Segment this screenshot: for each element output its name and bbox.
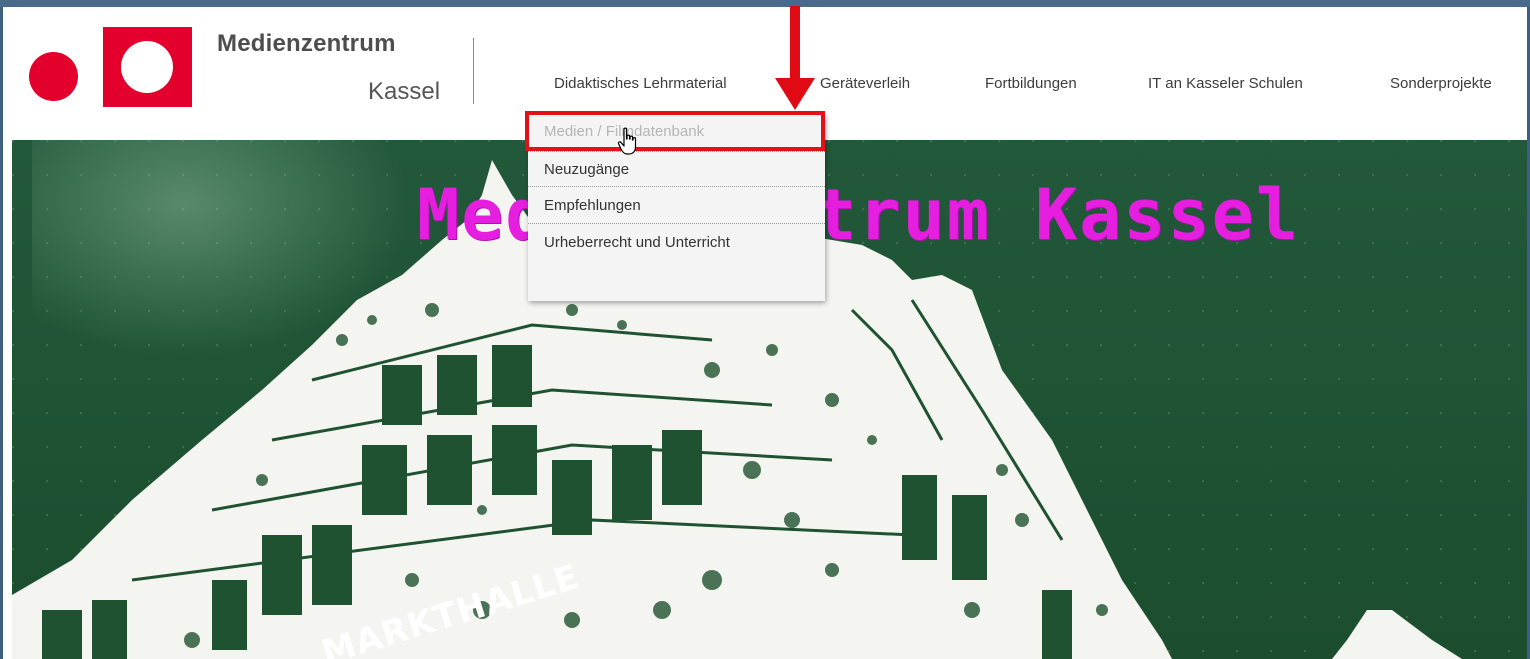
annotation-highlight-box [525, 111, 825, 151]
arrow-head [775, 78, 815, 110]
nav-item-geraeteverleih[interactable]: Geräteverleih [820, 75, 910, 92]
dropdown-item-empfehlungen[interactable]: Empfehlungen [528, 188, 825, 224]
nav-item-didaktisches-lehrmaterial[interactable]: Didaktisches Lehrmaterial [554, 75, 727, 92]
brand-city: Kassel [368, 78, 441, 105]
logo-red-square [103, 27, 192, 107]
hand-pointer-icon [617, 127, 637, 155]
dropdown-item-neuzugaenge[interactable]: Neuzugänge [528, 151, 825, 187]
dropdown-item-urheberrecht[interactable]: Urheberrecht und Unterricht [528, 225, 825, 261]
window-top-strip [0, 0, 1530, 7]
arrow-shaft [790, 6, 800, 82]
logo-square-hole [121, 41, 173, 93]
logo-red-dot [29, 52, 78, 101]
nav-item-it-an-kasseler-schulen[interactable]: IT an Kasseler Schulen [1148, 75, 1303, 92]
nav-item-sonderprojekte[interactable]: Sonderprojekte [1390, 75, 1492, 92]
frame-left [0, 7, 3, 659]
nav-item-fortbildungen[interactable]: Fortbildungen [985, 75, 1077, 92]
brand-divider [473, 38, 474, 104]
brand-name: Medienzentrum [217, 30, 396, 57]
